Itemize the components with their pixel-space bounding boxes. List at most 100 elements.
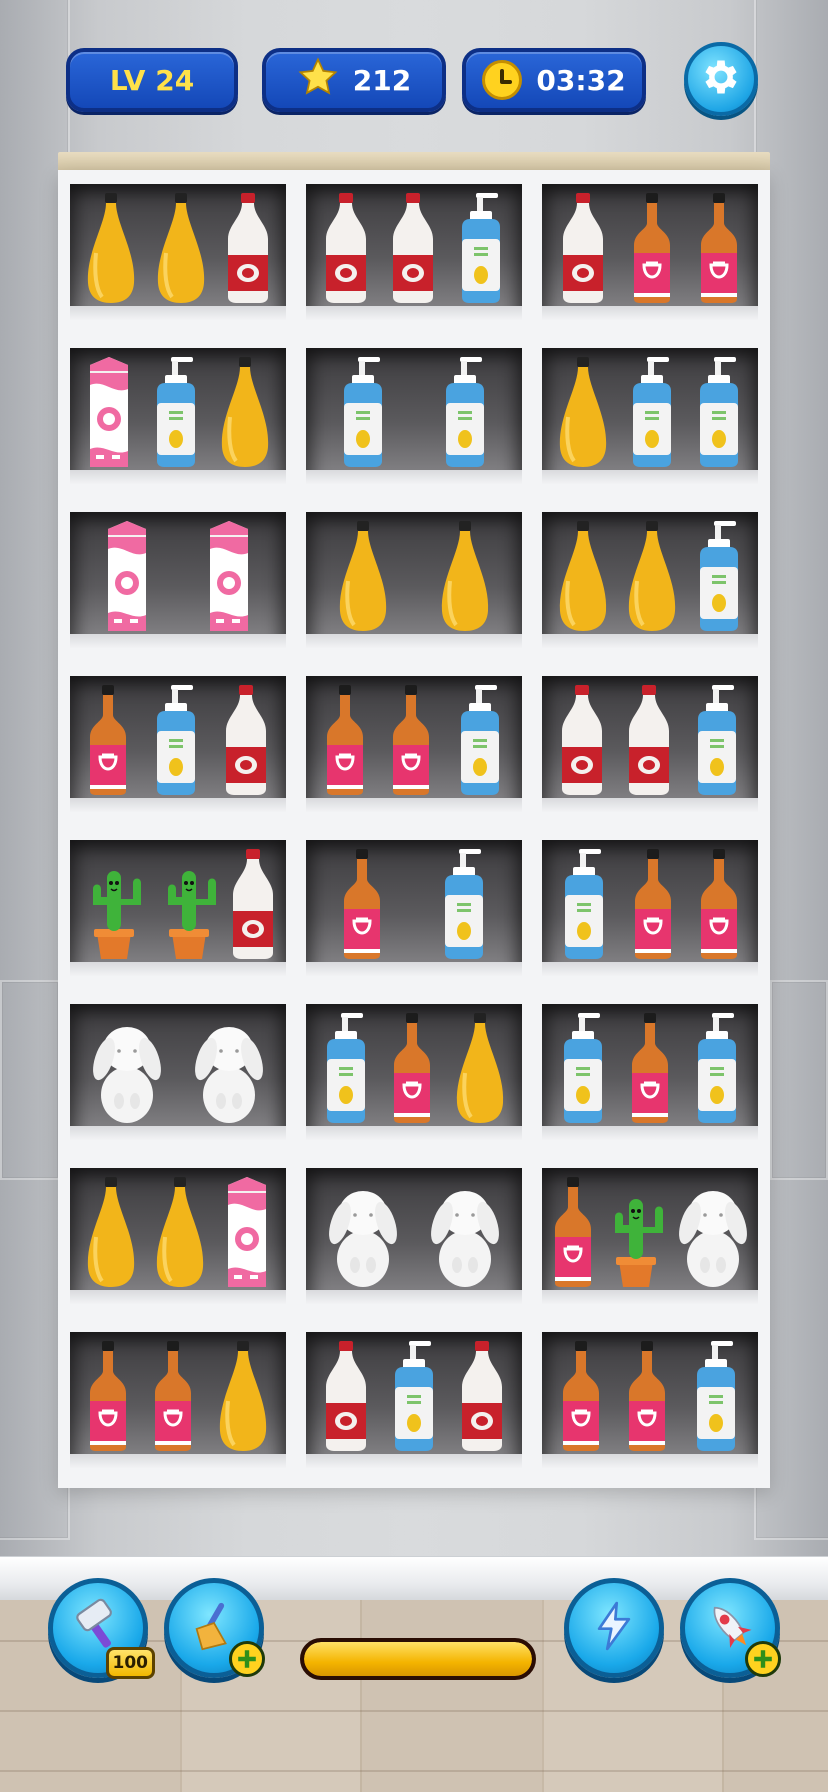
shelf-cell-r8-c1[interactable] [70, 1332, 286, 1468]
add-broom-button[interactable] [229, 1641, 265, 1677]
shelf-cell-r2-c2[interactable] [306, 348, 522, 484]
mustard-bottle[interactable] [216, 1341, 270, 1458]
mustard-bottle[interactable] [453, 1013, 507, 1130]
bunny-figure[interactable] [193, 1007, 265, 1130]
shelf-cell-r4-c3[interactable] [542, 676, 758, 812]
sauce-bottle[interactable] [628, 1013, 672, 1130]
hammer-booster-button[interactable]: 100 [48, 1578, 155, 1679]
milk-bottle[interactable] [229, 849, 277, 966]
shelf-cell-r5-c3[interactable] [542, 840, 758, 976]
broom-booster-button[interactable] [164, 1578, 265, 1678]
sauce-bottle[interactable] [625, 1341, 669, 1458]
shelf-cell-r7-c3[interactable] [542, 1168, 758, 1304]
milk-bottle[interactable] [222, 685, 270, 802]
shelf-cell-r3-c2[interactable] [306, 512, 522, 648]
mustard-bottle[interactable] [556, 521, 610, 638]
mustard-bottle[interactable] [218, 357, 272, 474]
milk-carton[interactable] [204, 519, 254, 638]
progress-fill [304, 1642, 532, 1676]
cactus-pot[interactable] [601, 1177, 671, 1294]
sauce-bottle[interactable] [340, 849, 384, 966]
shelf-cell-r4-c1[interactable] [70, 676, 286, 812]
lightning-booster-button[interactable] [564, 1578, 664, 1678]
shelf-cell-r2-c3[interactable] [542, 348, 758, 484]
milk-bottle[interactable] [322, 1341, 370, 1458]
lotion-pump[interactable] [321, 1013, 371, 1130]
lotion-pump[interactable] [559, 849, 609, 966]
lotion-pump[interactable] [389, 1341, 439, 1458]
mustard-bottle[interactable] [84, 193, 138, 310]
milk-bottle[interactable] [625, 685, 673, 802]
cactus-pot[interactable] [79, 849, 149, 966]
shelf-cell-r6-c2[interactable] [306, 1004, 522, 1140]
milk-bottle[interactable] [224, 193, 272, 310]
sauce-bottle[interactable] [323, 685, 367, 802]
shelf-cell-r5-c1[interactable] [70, 840, 286, 976]
add-rocket-button[interactable] [745, 1641, 781, 1677]
cactus-pot[interactable] [154, 849, 224, 966]
mustard-bottle[interactable] [154, 193, 208, 310]
sauce-bottle[interactable] [559, 1341, 603, 1458]
lotion-pump[interactable] [151, 357, 201, 474]
shelf-cell-r1-c2[interactable] [306, 184, 522, 320]
sauce-bottle[interactable] [390, 1013, 434, 1130]
bunny-figure[interactable] [429, 1171, 501, 1294]
mustard-bottle[interactable] [556, 357, 610, 474]
milk-bottle[interactable] [322, 193, 370, 310]
sauce-bottle[interactable] [551, 1177, 595, 1294]
mustard-bottle[interactable] [84, 1177, 138, 1294]
shelf-cell-r7-c1[interactable] [70, 1168, 286, 1304]
shelf-cell-r3-c1[interactable] [70, 512, 286, 648]
sauce-bottle[interactable] [697, 193, 741, 310]
lotion-pump[interactable] [694, 357, 744, 474]
shelf-cell-r1-c3[interactable] [542, 184, 758, 320]
shelf-cell-r6-c1[interactable] [70, 1004, 286, 1140]
shelf-cell-r8-c2[interactable] [306, 1332, 522, 1468]
lotion-pump[interactable] [692, 685, 742, 802]
sauce-bottle[interactable] [697, 849, 741, 966]
lotion-pump[interactable] [151, 685, 201, 802]
lotion-pump[interactable] [338, 357, 388, 474]
lotion-pump[interactable] [455, 685, 505, 802]
rocket-booster-button[interactable] [680, 1578, 781, 1678]
mustard-bottle[interactable] [438, 521, 492, 638]
lotion-pump[interactable] [439, 849, 489, 966]
sauce-bottle[interactable] [631, 849, 675, 966]
shelf-cell-r5-c2[interactable] [306, 840, 522, 976]
shelf-cell-r2-c1[interactable] [70, 348, 286, 484]
settings-button[interactable] [684, 42, 758, 116]
shelf-cell-r3-c3[interactable] [542, 512, 758, 648]
bunny-figure[interactable] [91, 1007, 163, 1130]
milk-carton[interactable] [222, 1175, 272, 1294]
bunny-figure[interactable] [327, 1171, 399, 1294]
mustard-bottle[interactable] [153, 1177, 207, 1294]
sauce-bottle[interactable] [151, 1341, 195, 1458]
shelf-cell-r1-c1[interactable] [70, 184, 286, 320]
shelf-items [70, 344, 286, 474]
lotion-pump[interactable] [558, 1013, 608, 1130]
sauce-bottle[interactable] [389, 685, 433, 802]
shelf-cell-r8-c3[interactable] [542, 1332, 758, 1468]
sauce-bottle[interactable] [86, 685, 130, 802]
shelf-cell-r4-c2[interactable] [306, 676, 522, 812]
lotion-pump[interactable] [440, 357, 490, 474]
shelf-cell-r6-c3[interactable] [542, 1004, 758, 1140]
mustard-bottle[interactable] [336, 521, 390, 638]
sauce-bottle[interactable] [86, 1341, 130, 1458]
milk-carton[interactable] [102, 519, 152, 638]
bunny-figure[interactable] [677, 1171, 749, 1294]
mustard-bottle[interactable] [625, 521, 679, 638]
wall-panel [770, 980, 828, 1180]
milk-bottle[interactable] [558, 685, 606, 802]
lotion-pump[interactable] [694, 521, 744, 638]
milk-bottle[interactable] [389, 193, 437, 310]
lotion-pump[interactable] [627, 357, 677, 474]
milk-bottle[interactable] [458, 1341, 506, 1458]
sauce-bottle[interactable] [630, 193, 674, 310]
lotion-pump[interactable] [456, 193, 506, 310]
lotion-pump[interactable] [691, 1341, 741, 1458]
milk-carton[interactable] [84, 355, 134, 474]
lotion-pump[interactable] [692, 1013, 742, 1130]
shelf-cell-r7-c2[interactable] [306, 1168, 522, 1304]
milk-bottle[interactable] [559, 193, 607, 310]
